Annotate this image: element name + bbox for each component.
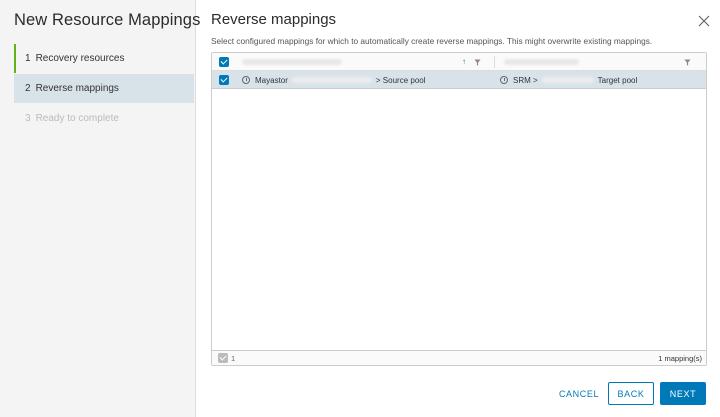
wizard-title: New Resource Mappings [14,11,201,29]
page-description: Select configured mappings for which to … [211,36,653,46]
select-all-checkbox[interactable] [219,57,229,67]
step-ready-to-complete: 3 Ready to complete [14,104,194,133]
target-mapping-cell: SRM > Target pool [500,71,637,89]
wizard-steps: 1 Recovery resources 2 Reverse mappings … [14,44,194,134]
wizard-sidebar: New Resource Mappings 1 Recovery resourc… [0,0,200,417]
step-recovery-resources[interactable]: 1 Recovery resources [14,44,194,73]
source-prefix: Mayastor [255,75,288,85]
step-number: 2 [25,83,31,94]
redacted-text [541,77,594,83]
step-label: Recovery resources [35,53,125,64]
step-number: 3 [25,113,31,124]
target-prefix: SRM > [513,75,538,85]
wizard-content: Reverse mappings Select configured mappi… [196,0,720,417]
page-title: Reverse mappings [211,11,337,28]
cancel-button[interactable]: CANCEL [554,382,604,405]
next-button[interactable]: NEXT [660,382,706,405]
step-reverse-mappings[interactable]: 2 Reverse mappings [14,74,194,103]
source-mapping-cell: Mayastor > Source pool [242,71,426,89]
column-separator[interactable] [494,56,495,68]
clock-icon [500,76,508,84]
datagrid-footer: 1 1 mapping(s) [212,350,706,365]
filter-icon[interactable] [684,59,691,66]
back-button[interactable]: BACK [608,382,654,405]
table-row[interactable]: Mayastor > Source pool SRM > Target pool [212,71,706,89]
filter-icon[interactable] [474,59,481,66]
target-suffix: Target pool [597,75,638,85]
clock-icon [242,76,250,84]
row-checkbox[interactable] [219,75,229,85]
datagrid-header: ↑ [212,53,706,71]
selection-count-checkbox [218,353,228,363]
selected-count: 1 [231,354,236,363]
redacted-text [291,77,372,83]
step-label: Reverse mappings [35,83,119,94]
source-suffix: > Source pool [375,75,426,85]
total-count: 1 mapping(s) [658,354,702,363]
close-icon[interactable] [698,15,710,27]
step-number: 1 [25,53,31,64]
column-header-source-redacted [242,59,342,65]
step-label: Ready to complete [35,113,119,124]
mappings-datagrid: ↑ Mayastor > Source pool SRM > Target po… [211,52,707,366]
sort-ascending-icon[interactable]: ↑ [462,58,466,66]
column-header-target-redacted [504,59,579,65]
